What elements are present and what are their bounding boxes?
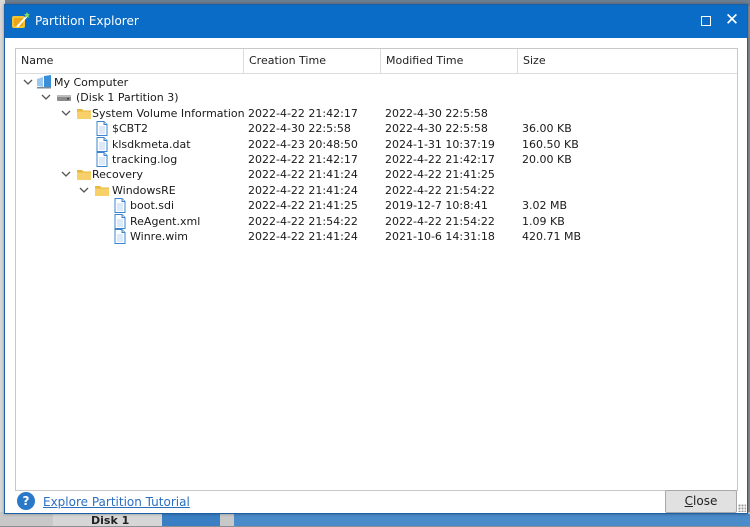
chevron-down-icon[interactable] xyxy=(78,183,90,198)
creation-time-cell: 2022-4-22 21:41:24 xyxy=(248,230,358,243)
folder-icon xyxy=(94,183,110,198)
file-tree-panel[interactable]: Name Creation Time Modified Time Size My… xyxy=(15,48,738,491)
tree-item-name: Winre.wim xyxy=(130,230,188,243)
modified-time-cell: 2022-4-30 22:5:58 xyxy=(385,122,488,136)
folder-icon xyxy=(76,167,92,182)
background-disk-label: Disk 1 xyxy=(53,514,163,527)
size-cell: 160.50 KB xyxy=(522,137,579,151)
column-header: Name Creation Time Modified Time Size xyxy=(16,49,737,74)
help-icon[interactable]: ? xyxy=(17,492,35,510)
modified-time-cell: 2024-1-31 10:37:19 xyxy=(385,137,495,151)
tree-file-row[interactable]: boot.sdi 2022-4-22 21:41:25 2019-12-7 10:8… xyxy=(16,198,737,214)
tree-node-row[interactable]: My Computer xyxy=(16,75,737,90)
close-button[interactable]: Close xyxy=(665,490,737,513)
close-window-button[interactable]: ✕ xyxy=(721,8,743,32)
tree-file-row[interactable]: ReAgent.xml 2022-4-22 21:54:22 2022-4-22 2… xyxy=(16,213,737,229)
modified-time-cell: 2022-4-22 21:54:22 xyxy=(385,214,495,228)
resize-grip[interactable] xyxy=(738,504,746,512)
tree-file-row[interactable]: $CBT2 2022-4-30 22:5:58 2022-4-30 22:5:58 3… xyxy=(16,121,737,137)
tree-item-name: $CBT2 xyxy=(112,122,148,136)
tree-item-name: Recovery xyxy=(92,168,144,182)
column-header-creation-time[interactable]: Creation Time xyxy=(244,49,381,73)
window-title: Partition Explorer xyxy=(35,14,139,28)
tree-item-name: System Volume Information xyxy=(92,106,245,120)
tree-item-name: My Computer xyxy=(54,76,129,89)
tree-item-name: tracking.log xyxy=(112,153,178,166)
tree-item-name: klsdkmeta.dat xyxy=(112,137,191,151)
tree-file-row[interactable]: klsdkmeta.dat 2022-4-23 20:48:50 2024-1-31… xyxy=(16,136,737,152)
tree-file-row[interactable]: tracking.log 2022-4-22 21:42:17 2022-4-22 … xyxy=(16,152,737,167)
background-partition-bar-2 xyxy=(234,514,750,526)
size-cell: 420.71 MB xyxy=(522,230,582,243)
tree-item-name: boot.sdi xyxy=(130,199,175,213)
close-label: lose xyxy=(693,494,718,508)
size-cell: 36.00 KB xyxy=(522,122,572,136)
creation-time-cell: 2022-4-22 21:41:25 xyxy=(248,199,358,213)
file-icon xyxy=(112,198,128,214)
modified-time-cell: 2019-12-7 10:8:41 xyxy=(385,199,488,213)
file-icon xyxy=(112,213,128,229)
chevron-down-icon[interactable] xyxy=(60,106,72,121)
chevron-down-icon[interactable] xyxy=(40,90,52,105)
close-icon: ✕ xyxy=(724,10,740,30)
size-cell: 20.00 KB xyxy=(522,153,572,166)
tree-item-name: ReAgent.xml xyxy=(130,214,201,228)
file-icon xyxy=(94,136,110,152)
tree-folder-row[interactable]: System Volume Information 2022-4-22 21:42… xyxy=(16,106,737,121)
size-cell: 1.09 KB xyxy=(522,214,565,228)
chevron-down-icon[interactable] xyxy=(60,167,72,182)
close-mnemonic: C xyxy=(684,494,694,508)
creation-time-cell: 2022-4-22 21:42:17 xyxy=(248,106,358,120)
tree-folder-row[interactable]: Recovery 2022-4-22 21:41:24 2022-4-22 21:4… xyxy=(16,167,737,182)
modified-time-cell: 2022-4-30 22:5:58 xyxy=(385,106,488,120)
computer-icon xyxy=(36,75,52,90)
file-icon xyxy=(112,229,128,244)
creation-time-cell: 2022-4-22 21:41:24 xyxy=(248,183,358,197)
creation-time-cell: 2022-4-22 21:54:22 xyxy=(248,214,358,228)
chevron-down-icon[interactable] xyxy=(22,75,34,90)
explore-partition-tutorial-link[interactable]: Explore Partition Tutorial xyxy=(43,495,190,509)
creation-time-cell: 2022-4-22 21:41:24 xyxy=(248,168,358,182)
modified-time-cell: 2022-4-22 21:54:22 xyxy=(385,183,495,197)
partition-explorer-dialog: Partition Explorer ✕ Name Creation Time … xyxy=(4,4,748,514)
tree-item-name: (Disk 1 Partition 3) xyxy=(76,91,179,105)
background-partition-bar xyxy=(162,514,220,526)
title-bar[interactable]: Partition Explorer ✕ xyxy=(5,5,747,38)
tree-folder-row[interactable]: WindowsRE 2022-4-22 21:41:24 2022-4-22 21:… xyxy=(16,183,737,198)
file-icon xyxy=(94,152,110,167)
modified-time-cell: 2022-4-22 21:42:17 xyxy=(385,153,495,166)
app-wand-icon xyxy=(12,12,30,28)
drive-icon xyxy=(56,90,72,105)
column-header-modified-time[interactable]: Modified Time xyxy=(381,49,518,73)
creation-time-cell: 2022-4-30 22:5:58 xyxy=(248,122,351,136)
file-icon xyxy=(94,121,110,137)
modified-time-cell: 2021-10-6 14:31:18 xyxy=(385,230,495,243)
creation-time-cell: 2022-4-22 21:42:17 xyxy=(248,153,358,166)
column-header-size[interactable]: Size xyxy=(518,49,737,73)
maximize-icon xyxy=(701,16,711,26)
tree-item-name: WindowsRE xyxy=(112,183,176,197)
background-disk-text: Disk 1 xyxy=(91,514,130,527)
tree-file-row[interactable]: Winre.wim 2022-4-22 21:41:24 2021-10-6 14:… xyxy=(16,229,737,244)
size-cell: 3.02 MB xyxy=(522,199,568,213)
folder-icon xyxy=(76,106,92,121)
modified-time-cell: 2022-4-22 21:41:25 xyxy=(385,168,495,182)
tree-node-row[interactable]: (Disk 1 Partition 3) xyxy=(16,90,737,105)
maximize-button[interactable] xyxy=(695,11,717,31)
column-header-name[interactable]: Name xyxy=(16,49,244,73)
creation-time-cell: 2022-4-23 20:48:50 xyxy=(248,137,358,151)
